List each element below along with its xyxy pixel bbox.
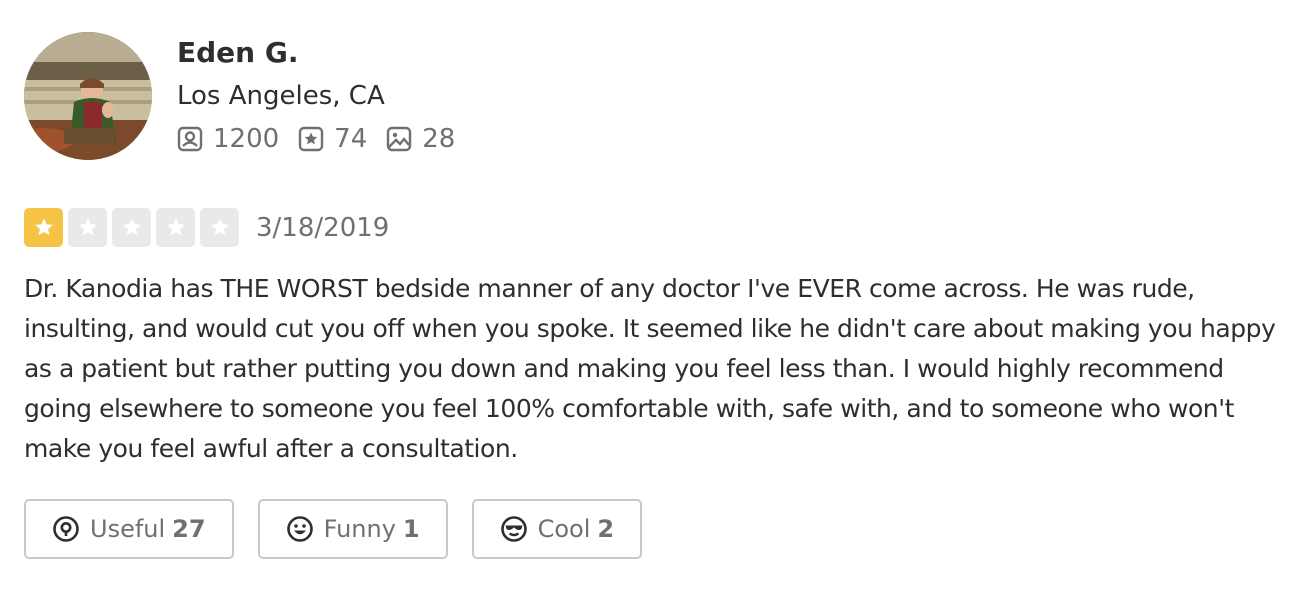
photos-count: 28: [422, 124, 456, 154]
friends-count: 1200: [213, 124, 280, 154]
star-filled-icon: [24, 208, 63, 247]
user-name[interactable]: Eden G.: [177, 34, 474, 72]
reviews-count: 74: [334, 124, 368, 154]
user-passport: Eden G. Los Angeles, CA 1200 74 28: [24, 32, 1284, 160]
avatar[interactable]: [24, 32, 152, 160]
cool-label: Cool: [537, 515, 591, 543]
cool-sunglasses-icon: [500, 516, 527, 542]
user-info: Eden G. Los Angeles, CA 1200 74 28: [177, 32, 474, 154]
user-stats: 1200 74 28: [177, 124, 474, 154]
useful-button[interactable]: Useful 27: [24, 499, 234, 559]
star-empty-icon: [200, 208, 239, 247]
user-location: Los Angeles, CA: [177, 81, 385, 111]
funny-smiley-icon: [286, 516, 313, 542]
funny-count: 1: [402, 515, 420, 543]
photos-icon: [387, 126, 412, 152]
cool-count: 2: [597, 515, 615, 543]
friends-icon: [177, 126, 203, 152]
useful-label: Useful: [90, 515, 166, 543]
reviews-stat: 74: [298, 124, 367, 154]
funny-button[interactable]: Funny 1: [257, 499, 448, 559]
review-date: 3/18/2019: [256, 212, 390, 243]
reviews-star-icon: [298, 126, 324, 152]
friends-stat: 1200: [177, 124, 279, 154]
review-card: Eden G. Los Angeles, CA 1200 74 28 3/18/…: [24, 32, 1284, 559]
funny-label: Funny: [323, 515, 396, 543]
star-empty-icon: [68, 208, 107, 247]
cool-button[interactable]: Cool 2: [471, 499, 643, 559]
photos-stat: 28: [386, 124, 455, 154]
useful-count: 27: [172, 515, 206, 543]
star-empty-icon: [156, 208, 195, 247]
star-empty-icon: [112, 208, 151, 247]
star-rating: [24, 208, 244, 247]
rating-row: 3/18/2019: [24, 208, 1284, 247]
reaction-buttons: Useful 27 Funny 1 Cool 2: [24, 499, 1284, 559]
useful-lightbulb-icon: [53, 516, 79, 542]
review-text: Dr. Kanodia has THE WORST bedside manner…: [24, 274, 1276, 463]
